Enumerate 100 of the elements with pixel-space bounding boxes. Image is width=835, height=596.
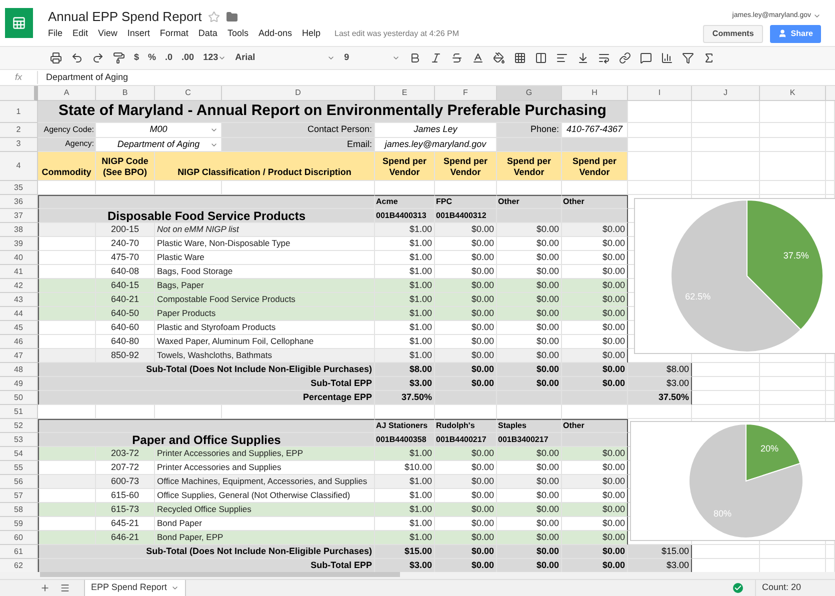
dropdown-field[interactable]: M00: [96, 123, 222, 138]
wrap-text-icon[interactable]: [598, 52, 610, 64]
menu-item[interactable]: Data: [198, 28, 218, 39]
currency-format[interactable]: $: [134, 51, 140, 65]
field-label: Agency:: [38, 138, 96, 152]
row-number: 52: [0, 419, 38, 433]
menu-item[interactable]: File: [48, 28, 63, 39]
vendor-id: 001B3400217: [497, 433, 562, 447]
menu-item[interactable]: Add-ons: [258, 28, 292, 39]
table-cell: [38, 265, 96, 279]
table-cell: [38, 531, 96, 545]
formula-label: fx: [0, 70, 38, 84]
menu-item[interactable]: Insert: [127, 28, 150, 39]
increase-decimals[interactable]: .00: [182, 51, 194, 65]
column-heading: Spend per Vendor: [562, 152, 628, 181]
borders-icon[interactable]: [514, 52, 526, 64]
spend-value: $0.00: [497, 475, 562, 489]
vendor-name: FPC: [435, 195, 497, 209]
vertical-align-icon[interactable]: [577, 52, 590, 64]
product-description: Not on eMM NIGP list: [155, 223, 375, 237]
menu-item[interactable]: View: [98, 28, 118, 39]
decrease-decimals[interactable]: .0: [165, 51, 173, 65]
row-number: 62: [0, 559, 38, 572]
menu-item[interactable]: Help: [302, 28, 320, 39]
subtotal-label: Sub-Total EPP: [38, 559, 375, 572]
menu-item[interactable]: Edit: [72, 28, 88, 39]
selection-count[interactable]: Count: 20: [755, 580, 835, 596]
table-cell: [692, 377, 760, 391]
formula-input[interactable]: Department of Aging: [38, 70, 128, 84]
add-sheet-icon[interactable]: [40, 583, 50, 593]
subtotal-value: $0.00: [562, 377, 628, 391]
column-header[interactable]: G: [497, 86, 562, 101]
bold-icon[interactable]: [409, 52, 422, 64]
spend-value: $0.00: [562, 447, 628, 461]
row-number: 47: [0, 349, 38, 363]
sheet-list-icon[interactable]: [60, 583, 70, 593]
table-cell: [38, 335, 96, 349]
last-edit-note[interactable]: Last edit was yesterday at 4:26 PM: [334, 28, 460, 39]
document-title[interactable]: Annual EPP Spend Report: [48, 9, 202, 25]
sum-icon[interactable]: [703, 52, 716, 64]
product-description: Office Supplies, General (Not Otherwise Classified): [155, 489, 375, 503]
menu-item[interactable]: Format: [160, 28, 188, 39]
vendor-name: Acme: [375, 195, 435, 209]
nigp-code: 203-72: [96, 447, 155, 461]
subtotal-value: $0.00: [435, 377, 497, 391]
product-description: Bags, Food Storage: [155, 265, 375, 279]
spend-value: $0.00: [435, 447, 497, 461]
section-title: Disposable Food Service Products: [38, 209, 375, 223]
link-icon[interactable]: [619, 52, 632, 64]
table-cell: [826, 181, 835, 195]
total-value: $15.00: [628, 545, 692, 559]
spend-value: $0.00: [497, 489, 562, 503]
spend-value: $1.00: [375, 349, 435, 363]
print-icon[interactable]: [50, 52, 62, 64]
comments-button[interactable]: Comments: [703, 24, 763, 42]
dropdown-field[interactable]: Department of Aging: [96, 138, 222, 152]
app-logo-icon[interactable]: [5, 8, 33, 38]
spend-value: $0.00: [562, 279, 628, 293]
subtotal-value: $0.00: [562, 363, 628, 377]
strikethrough-icon[interactable]: [451, 52, 464, 64]
paint-roller-icon[interactable]: [113, 52, 125, 64]
percent-format[interactable]: %: [148, 51, 156, 65]
chart-icon[interactable]: [661, 52, 674, 64]
spend-value: $0.00: [497, 223, 562, 237]
font-size-menu[interactable]: 9: [344, 51, 400, 65]
subtotal-value: $0.00: [497, 559, 562, 572]
horizontal-scrollbar[interactable]: [0, 572, 835, 579]
row-number: 55: [0, 461, 38, 475]
spend-value: $0.00: [497, 335, 562, 349]
font-menu[interactable]: Arial: [235, 51, 336, 65]
comment-icon[interactable]: [640, 52, 652, 64]
align-icon[interactable]: [556, 52, 568, 64]
merge-icon[interactable]: [535, 52, 548, 64]
spend-value: $0.00: [562, 349, 628, 363]
text-color-icon[interactable]: [472, 52, 484, 64]
vendor-id: 001B4400313: [375, 209, 435, 223]
table-cell: [760, 377, 826, 391]
menu-item[interactable]: Tools: [227, 28, 248, 39]
fill-color-icon[interactable]: [493, 52, 506, 64]
table-cell: [760, 123, 826, 138]
sheet-tab[interactable]: EPP Spend Report: [84, 580, 186, 596]
spend-value: $1.00: [375, 335, 435, 349]
column-header[interactable]: K: [760, 86, 826, 101]
filter-icon[interactable]: [682, 52, 694, 64]
spend-value: $1.00: [375, 517, 435, 531]
column-header[interactable]: J: [692, 86, 760, 101]
spend-value: $1.00: [375, 531, 435, 545]
table-cell: [692, 545, 760, 559]
subtotal-label: Sub-Total (Does Not Include Non-Eligible Purchases): [38, 363, 375, 377]
column-header[interactable]: I: [628, 86, 692, 101]
folder-icon[interactable]: [226, 11, 238, 23]
italic-icon[interactable]: [430, 52, 442, 64]
undo-icon[interactable]: [71, 52, 83, 64]
number-format-menu[interactable]: 123: [203, 51, 226, 65]
row-number: 57: [0, 489, 38, 503]
star-icon[interactable]: [208, 11, 220, 23]
nigp-code: 207-72: [96, 461, 155, 475]
redo-icon[interactable]: [92, 52, 104, 64]
row-number: 38: [0, 223, 38, 237]
caret-icon: [392, 54, 400, 62]
